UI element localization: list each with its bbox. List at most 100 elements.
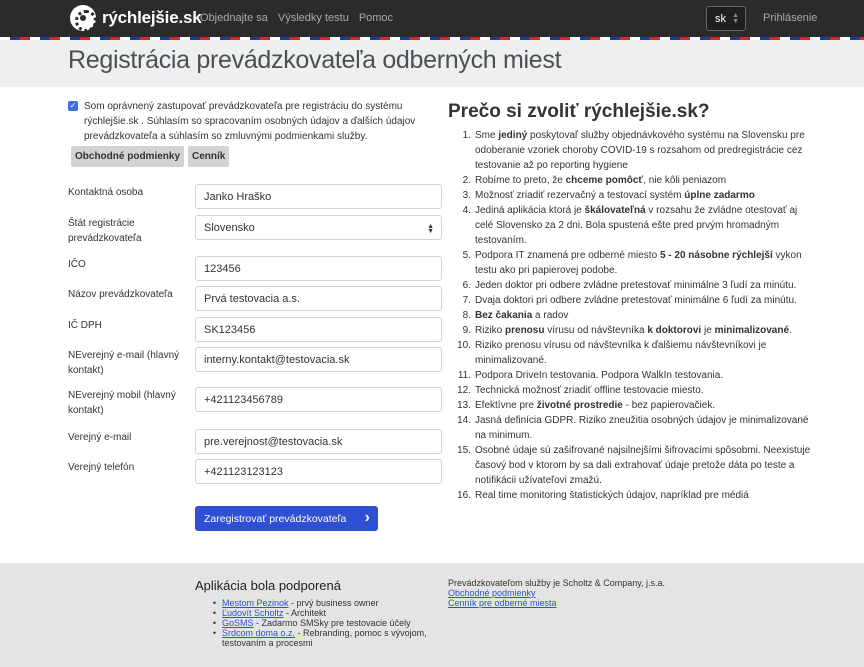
why-list-item: 1. Sme jediný poskytovaľ služby objednávk… (448, 128, 818, 173)
why-list-item: 2. Robíme to preto, že chceme pomôcť, nie… (448, 173, 818, 188)
bullet-icon: • (212, 618, 216, 628)
form-label: IČ DPH (68, 320, 102, 331)
operator-text: Prevádzkovateľom služby je Scholtz & Com… (448, 578, 666, 588)
item-text: Jeden doktor pri odbere zvládne pretesto… (475, 280, 797, 291)
form-label: Názov prevádzkovateľa (68, 289, 173, 300)
item-number: 15. (457, 445, 471, 456)
nav-link-help[interactable]: Pomoc (359, 12, 393, 24)
supporter-role: - Zadarmo SMSky pre testovacie účely (253, 618, 411, 628)
item-text: Efektívne pre životné prostredie - bez p… (475, 400, 716, 411)
footer-heading: Aplikácia bola podporená (195, 578, 341, 593)
supporter-link[interactable]: Ľudovít Scholtz (222, 608, 284, 618)
input-value: pre.verejnost@testovacia.sk (204, 435, 343, 448)
supporters-list: • Mestom Pezinok - prvý business owner • Ľu… (195, 598, 445, 648)
form-input[interactable]: +421123123123 (195, 459, 442, 484)
logo-icon (70, 5, 97, 32)
form-label: Verejný telefón (68, 462, 135, 473)
input-value: 123456 (204, 262, 241, 275)
item-number: 9. (462, 325, 471, 336)
nav-link-order[interactable]: Objednajte sa (200, 12, 268, 24)
form-label: Štát registrácie prevádzkovateľa (68, 218, 142, 244)
item-number: 7. (462, 295, 471, 306)
item-text: Sme jediný poskytovaľ služby objednávkov… (475, 130, 805, 171)
item-number: 5. (462, 250, 471, 261)
input-value: Slovensko (204, 221, 255, 234)
why-list-item: 5. Podpora IT znamená pre odberné miesto … (448, 248, 818, 278)
why-list-item: 3. Možnosť zriadiť rezervačný a testovací… (448, 188, 818, 203)
register-button-label: Zaregistrovať prevádzkovateľa (204, 512, 347, 525)
why-list-item: 4. Jediná aplikácia ktorá je škálovateľná… (448, 203, 818, 248)
login-link[interactable]: Prihlásenie (763, 12, 817, 24)
form-label: NEverejný mobil (hlavný kontakt) (68, 390, 176, 416)
supporter-item: • Srdcom doma o.z. - Rebranding, pomoc s … (195, 628, 445, 648)
nav-links: Objednajte sa Výsledky testu Pomoc (200, 12, 403, 24)
why-list-item: 12. Technická možnosť zriadiť offline tes… (448, 383, 818, 398)
brand[interactable]: rýchlejšie.sk (70, 5, 202, 32)
supporter-item: • Mestom Pezinok - prvý business owner (195, 598, 445, 608)
input-value: Prvá testovacia a.s. (204, 292, 300, 305)
item-text: Možnosť zriadiť rezervačný a testovací s… (475, 190, 755, 201)
pricing-button[interactable]: Cenník (188, 146, 230, 167)
form-input[interactable]: interny.kontakt@testovacia.sk (195, 347, 442, 372)
page-title: Registrácia prevádzkovateľa odberných mi… (68, 46, 562, 74)
form-label: Kontaktná osoba (68, 187, 144, 198)
bullet-icon: • (212, 628, 216, 638)
form-input[interactable]: SK123456 (195, 317, 442, 342)
consent-text: Som oprávnený zastupovať prevádzkovateľa… (84, 101, 416, 142)
item-number: 8. (462, 310, 471, 321)
form-label: IČO (68, 259, 86, 270)
bullet-icon: • (212, 608, 216, 618)
why-list-item: 7. Dvaja doktori pri odbere zvládne prete… (448, 293, 818, 308)
form-input[interactable]: 123456 (195, 256, 442, 281)
form-label: Verejný e-mail (68, 432, 132, 443)
form-label: NEverejný e-mail (hlavný kontakt) (68, 350, 180, 376)
supporter-link[interactable]: Srdcom doma o.z. (222, 628, 295, 638)
form-input[interactable]: pre.verejnost@testovacia.sk (195, 429, 442, 454)
why-title: Prečo si zvoliť rýchlejšie.sk? (448, 101, 710, 122)
supporter-link[interactable]: Mestom Pezinok (222, 598, 289, 608)
item-number: 14. (457, 415, 471, 426)
consent-block: ✓ Som oprávnený zastupovať prevádzkovate… (68, 99, 446, 144)
item-number: 12. (457, 385, 471, 396)
consent-buttons: Obchodné podmienky Cenník (71, 146, 230, 167)
terms-button[interactable]: Obchodné podmienky (71, 146, 185, 167)
form-input[interactable]: Janko Hraško (195, 184, 442, 209)
why-list-item: 6. Jeden doktor pri odbere zvládne pretes… (448, 278, 818, 293)
supporter-link[interactable]: GoSMS (222, 618, 254, 628)
item-number: 3. (462, 190, 471, 201)
supporter-role: - prvý business owner (288, 598, 379, 608)
select-arrows-icon: ▲ ▼ (732, 12, 739, 25)
country-select[interactable]: Slovensko ▲ ▼ (195, 215, 442, 240)
language-value: sk (715, 12, 726, 25)
input-value: +421123456789 (204, 393, 284, 406)
form-input[interactable]: +421123456789 (195, 387, 442, 412)
item-text: Technická možnosť zriadiť offline testov… (475, 385, 704, 396)
consent-checkbox[interactable]: ✓ (68, 101, 78, 111)
item-text: Jediná aplikácia ktorá je škálovateľná v… (475, 205, 798, 246)
item-text: Podpora DriveIn testovania. Podpora Walk… (475, 370, 724, 381)
why-list-item: 14. Jasná definícia GDPR. Riziko zneužiti… (448, 413, 818, 443)
item-text: Riziko prenosu vírusu od návštevníka k d… (475, 325, 792, 336)
item-number: 2. (462, 175, 471, 186)
title-band: Registrácia prevádzkovateľa odberných mi… (0, 40, 864, 87)
register-button[interactable]: Zaregistrovať prevádzkovateľa › (195, 506, 378, 531)
input-value: interny.kontakt@testovacia.sk (204, 353, 350, 366)
language-select[interactable]: sk ▲ ▼ (706, 6, 746, 31)
input-value: Janko Hraško (204, 190, 272, 203)
why-list-item: 13. Efektívne pre životné prostredie - be… (448, 398, 818, 413)
item-text: Real time monitoring štatistických údajo… (475, 490, 749, 501)
why-list-item: 15. Osobné údaje sú zašifrované najsilnej… (448, 443, 818, 488)
select-arrows-icon: ▲ ▼ (427, 223, 434, 235)
why-list-item: 8. Bez čakania a radov (448, 308, 818, 323)
item-text: Jasná definícia GDPR. Riziko zneužitia o… (475, 415, 809, 441)
item-number: 4. (462, 205, 471, 216)
input-value: +421123123123 (204, 465, 284, 478)
item-number: 11. (457, 370, 471, 381)
item-text: Podpora IT znamená pre odberné miesto 5 … (475, 250, 802, 276)
footer-operator: Prevádzkovateľom služby je Scholtz & Com… (448, 578, 665, 608)
footer-pricing-link[interactable]: Cenník pre odberné miesta (448, 598, 557, 608)
footer-terms-link[interactable]: Obchodné podmienky (448, 588, 536, 598)
nav-link-results[interactable]: Výsledky testu (278, 12, 349, 24)
form-input[interactable]: Prvá testovacia a.s. (195, 286, 442, 311)
item-text: Osobné údaje sú zašifrované najsilnejším… (475, 445, 811, 486)
